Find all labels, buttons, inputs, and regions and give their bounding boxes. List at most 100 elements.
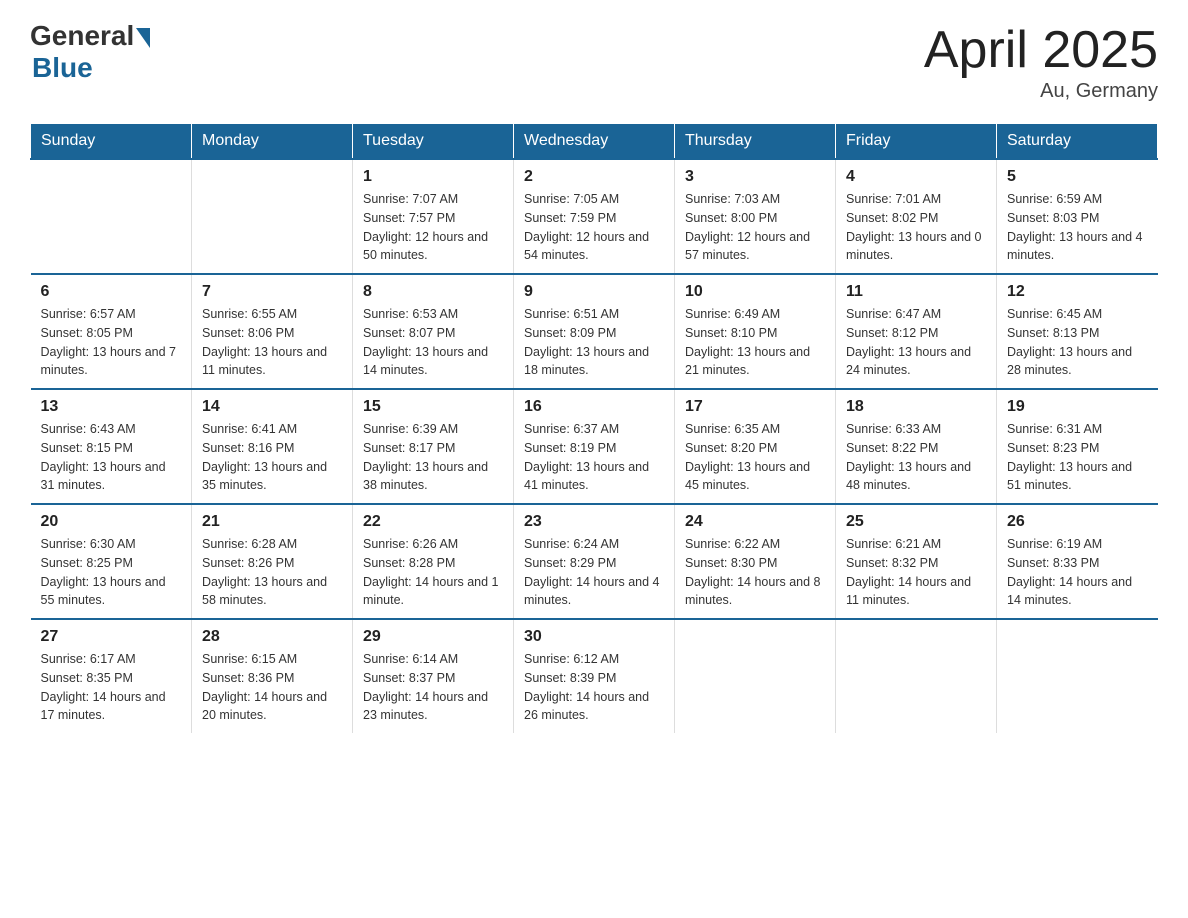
calendar-cell bbox=[31, 159, 192, 274]
calendar-table: SundayMondayTuesdayWednesdayThursdayFrid… bbox=[30, 123, 1158, 733]
day-number: 10 bbox=[685, 283, 825, 301]
calendar-cell bbox=[836, 619, 997, 733]
month-title: April 2025 bbox=[924, 20, 1158, 80]
day-info: Sunrise: 6:14 AMSunset: 8:37 PMDaylight:… bbox=[363, 650, 503, 725]
calendar-cell: 16 Sunrise: 6:37 AMSunset: 8:19 PMDayligh… bbox=[514, 389, 675, 504]
day-number: 23 bbox=[524, 513, 664, 531]
day-info: Sunrise: 6:19 AMSunset: 8:33 PMDaylight:… bbox=[1007, 535, 1148, 610]
day-info: Sunrise: 6:17 AMSunset: 8:35 PMDaylight:… bbox=[41, 650, 182, 725]
day-info: Sunrise: 6:22 AMSunset: 8:30 PMDaylight:… bbox=[685, 535, 825, 610]
day-number: 7 bbox=[202, 283, 342, 301]
calendar-day-header: Friday bbox=[836, 124, 997, 160]
day-number: 30 bbox=[524, 628, 664, 646]
day-number: 19 bbox=[1007, 398, 1148, 416]
day-info: Sunrise: 6:37 AMSunset: 8:19 PMDaylight:… bbox=[524, 420, 664, 495]
day-info: Sunrise: 6:45 AMSunset: 8:13 PMDaylight:… bbox=[1007, 305, 1148, 380]
day-number: 2 bbox=[524, 168, 664, 186]
calendar-cell: 13 Sunrise: 6:43 AMSunset: 8:15 PMDayligh… bbox=[31, 389, 192, 504]
calendar-cell: 15Sunrise: 6:39 AMSunset: 8:17 PMDayligh… bbox=[353, 389, 514, 504]
calendar-cell: 21 Sunrise: 6:28 AMSunset: 8:26 PMDayligh… bbox=[192, 504, 353, 619]
day-number: 16 bbox=[524, 398, 664, 416]
day-info: Sunrise: 6:33 AMSunset: 8:22 PMDaylight:… bbox=[846, 420, 986, 495]
calendar-week-row: 20Sunrise: 6:30 AMSunset: 8:25 PMDayligh… bbox=[31, 504, 1158, 619]
calendar-cell bbox=[192, 159, 353, 274]
day-info: Sunrise: 6:24 AMSunset: 8:29 PMDaylight:… bbox=[524, 535, 664, 610]
calendar-day-header: Thursday bbox=[675, 124, 836, 160]
day-info: Sunrise: 7:05 AMSunset: 7:59 PMDaylight:… bbox=[524, 190, 664, 265]
day-info: Sunrise: 6:12 AMSunset: 8:39 PMDaylight:… bbox=[524, 650, 664, 725]
day-number: 3 bbox=[685, 168, 825, 186]
day-number: 12 bbox=[1007, 283, 1148, 301]
day-info: Sunrise: 7:03 AMSunset: 8:00 PMDaylight:… bbox=[685, 190, 825, 265]
day-info: Sunrise: 7:01 AMSunset: 8:02 PMDaylight:… bbox=[846, 190, 986, 265]
calendar-cell: 9 Sunrise: 6:51 AMSunset: 8:09 PMDaylight… bbox=[514, 274, 675, 389]
day-number: 4 bbox=[846, 168, 986, 186]
day-info: Sunrise: 6:15 AMSunset: 8:36 PMDaylight:… bbox=[202, 650, 342, 725]
day-info: Sunrise: 6:41 AMSunset: 8:16 PMDaylight:… bbox=[202, 420, 342, 495]
day-info: Sunrise: 6:43 AMSunset: 8:15 PMDaylight:… bbox=[41, 420, 182, 495]
page-header: General Blue April 2025 Au, Germany bbox=[30, 20, 1158, 103]
day-info: Sunrise: 6:31 AMSunset: 8:23 PMDaylight:… bbox=[1007, 420, 1148, 495]
day-number: 29 bbox=[363, 628, 503, 646]
calendar-cell: 1Sunrise: 7:07 AMSunset: 7:57 PMDaylight… bbox=[353, 159, 514, 274]
day-number: 15 bbox=[363, 398, 503, 416]
day-info: Sunrise: 6:57 AMSunset: 8:05 PMDaylight:… bbox=[41, 305, 182, 380]
calendar-week-row: 6 Sunrise: 6:57 AMSunset: 8:05 PMDaylight… bbox=[31, 274, 1158, 389]
day-number: 21 bbox=[202, 513, 342, 531]
logo-general-text: General bbox=[30, 20, 134, 52]
day-info: Sunrise: 6:30 AMSunset: 8:25 PMDaylight:… bbox=[41, 535, 182, 610]
day-number: 17 bbox=[685, 398, 825, 416]
calendar-cell: 14 Sunrise: 6:41 AMSunset: 8:16 PMDayligh… bbox=[192, 389, 353, 504]
day-info: Sunrise: 6:28 AMSunset: 8:26 PMDaylight:… bbox=[202, 535, 342, 610]
location-label: Au, Germany bbox=[924, 80, 1158, 103]
day-number: 5 bbox=[1007, 168, 1148, 186]
calendar-cell bbox=[997, 619, 1158, 733]
calendar-day-header: Sunday bbox=[31, 124, 192, 160]
calendar-day-header: Tuesday bbox=[353, 124, 514, 160]
calendar-cell: 18 Sunrise: 6:33 AMSunset: 8:22 PMDayligh… bbox=[836, 389, 997, 504]
day-number: 9 bbox=[524, 283, 664, 301]
day-number: 18 bbox=[846, 398, 986, 416]
calendar-cell: 20Sunrise: 6:30 AMSunset: 8:25 PMDayligh… bbox=[31, 504, 192, 619]
day-number: 6 bbox=[41, 283, 182, 301]
calendar-cell: 3 Sunrise: 7:03 AMSunset: 8:00 PMDaylight… bbox=[675, 159, 836, 274]
calendar-week-row: 1Sunrise: 7:07 AMSunset: 7:57 PMDaylight… bbox=[31, 159, 1158, 274]
calendar-cell: 24 Sunrise: 6:22 AMSunset: 8:30 PMDayligh… bbox=[675, 504, 836, 619]
logo-triangle-icon bbox=[136, 28, 150, 48]
calendar-day-header: Wednesday bbox=[514, 124, 675, 160]
calendar-cell: 30 Sunrise: 6:12 AMSunset: 8:39 PMDayligh… bbox=[514, 619, 675, 733]
day-number: 28 bbox=[202, 628, 342, 646]
day-info: Sunrise: 6:26 AMSunset: 8:28 PMDaylight:… bbox=[363, 535, 503, 610]
logo-blue-text: Blue bbox=[32, 52, 93, 84]
calendar-cell: 27 Sunrise: 6:17 AMSunset: 8:35 PMDayligh… bbox=[31, 619, 192, 733]
day-info: Sunrise: 6:55 AMSunset: 8:06 PMDaylight:… bbox=[202, 305, 342, 380]
day-number: 25 bbox=[846, 513, 986, 531]
day-info: Sunrise: 6:47 AMSunset: 8:12 PMDaylight:… bbox=[846, 305, 986, 380]
day-info: Sunrise: 6:53 AMSunset: 8:07 PMDaylight:… bbox=[363, 305, 503, 380]
logo: General Blue bbox=[30, 20, 150, 84]
title-section: April 2025 Au, Germany bbox=[924, 20, 1158, 103]
day-number: 26 bbox=[1007, 513, 1148, 531]
calendar-cell: 22 Sunrise: 6:26 AMSunset: 8:28 PMDayligh… bbox=[353, 504, 514, 619]
day-number: 8 bbox=[363, 283, 503, 301]
day-number: 13 bbox=[41, 398, 182, 416]
calendar-cell: 28 Sunrise: 6:15 AMSunset: 8:36 PMDayligh… bbox=[192, 619, 353, 733]
day-number: 22 bbox=[363, 513, 503, 531]
day-number: 24 bbox=[685, 513, 825, 531]
day-info: Sunrise: 6:51 AMSunset: 8:09 PMDaylight:… bbox=[524, 305, 664, 380]
day-number: 14 bbox=[202, 398, 342, 416]
calendar-cell: 12 Sunrise: 6:45 AMSunset: 8:13 PMDayligh… bbox=[997, 274, 1158, 389]
calendar-cell: 5Sunrise: 6:59 AMSunset: 8:03 PMDaylight… bbox=[997, 159, 1158, 274]
calendar-cell: 7 Sunrise: 6:55 AMSunset: 8:06 PMDaylight… bbox=[192, 274, 353, 389]
calendar-cell: 4 Sunrise: 7:01 AMSunset: 8:02 PMDaylight… bbox=[836, 159, 997, 274]
calendar-cell bbox=[675, 619, 836, 733]
calendar-cell: 2 Sunrise: 7:05 AMSunset: 7:59 PMDaylight… bbox=[514, 159, 675, 274]
calendar-cell: 17 Sunrise: 6:35 AMSunset: 8:20 PMDayligh… bbox=[675, 389, 836, 504]
day-number: 1 bbox=[363, 168, 503, 186]
calendar-day-header: Saturday bbox=[997, 124, 1158, 160]
day-info: Sunrise: 6:35 AMSunset: 8:20 PMDaylight:… bbox=[685, 420, 825, 495]
calendar-cell: 8 Sunrise: 6:53 AMSunset: 8:07 PMDaylight… bbox=[353, 274, 514, 389]
calendar-cell: 29 Sunrise: 6:14 AMSunset: 8:37 PMDayligh… bbox=[353, 619, 514, 733]
day-number: 27 bbox=[41, 628, 182, 646]
calendar-cell: 19 Sunrise: 6:31 AMSunset: 8:23 PMDayligh… bbox=[997, 389, 1158, 504]
